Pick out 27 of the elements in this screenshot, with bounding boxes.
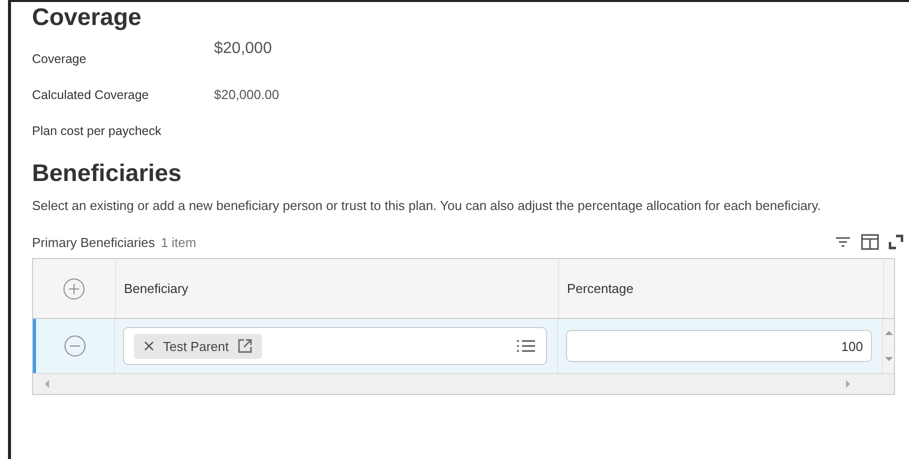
- column-header: Beneficiary: [116, 259, 559, 318]
- section-title: Beneficiaries: [32, 160, 182, 188]
- horizontal-scrollbar[interactable]: [33, 373, 894, 394]
- external-link-icon[interactable]: [238, 339, 252, 353]
- section-title: Coverage: [32, 4, 142, 32]
- field-value: $20,000.00: [214, 87, 280, 104]
- remove-row-icon[interactable]: [64, 335, 86, 357]
- item-count: 1 item: [160, 234, 196, 250]
- column-header: Percentage: [566, 280, 634, 298]
- filter-icon[interactable]: [834, 234, 852, 250]
- field-label: Calculated Coverage: [32, 88, 150, 104]
- vertical-scrollbar[interactable]: [882, 319, 894, 373]
- percentage-input[interactable]: 100: [566, 330, 872, 362]
- expand-icon[interactable]: [888, 234, 904, 250]
- field-value: $20,000: [214, 40, 272, 59]
- description-text: Select an existing or add a new beneficiary person or trust to this plan. You can also adjust the percentage allocation for each beneficiary.: [32, 197, 822, 215]
- field-label: Coverage: [32, 52, 88, 68]
- columns-icon[interactable]: [860, 233, 880, 251]
- add-row-icon[interactable]: [63, 278, 85, 300]
- beneficiary-field[interactable]: Test Parent: [123, 327, 547, 365]
- selected-item-pill[interactable]: Test Parent: [134, 334, 262, 358]
- list-icon[interactable]: [516, 338, 536, 354]
- grid-title: Primary Beneficiaries: [32, 234, 155, 250]
- pill-label: Test Parent: [163, 338, 229, 354]
- table-row[interactable]: Test Parent 100: [33, 319, 894, 373]
- field-label: Plan cost per paycheck: [32, 124, 162, 140]
- close-icon[interactable]: [144, 341, 154, 351]
